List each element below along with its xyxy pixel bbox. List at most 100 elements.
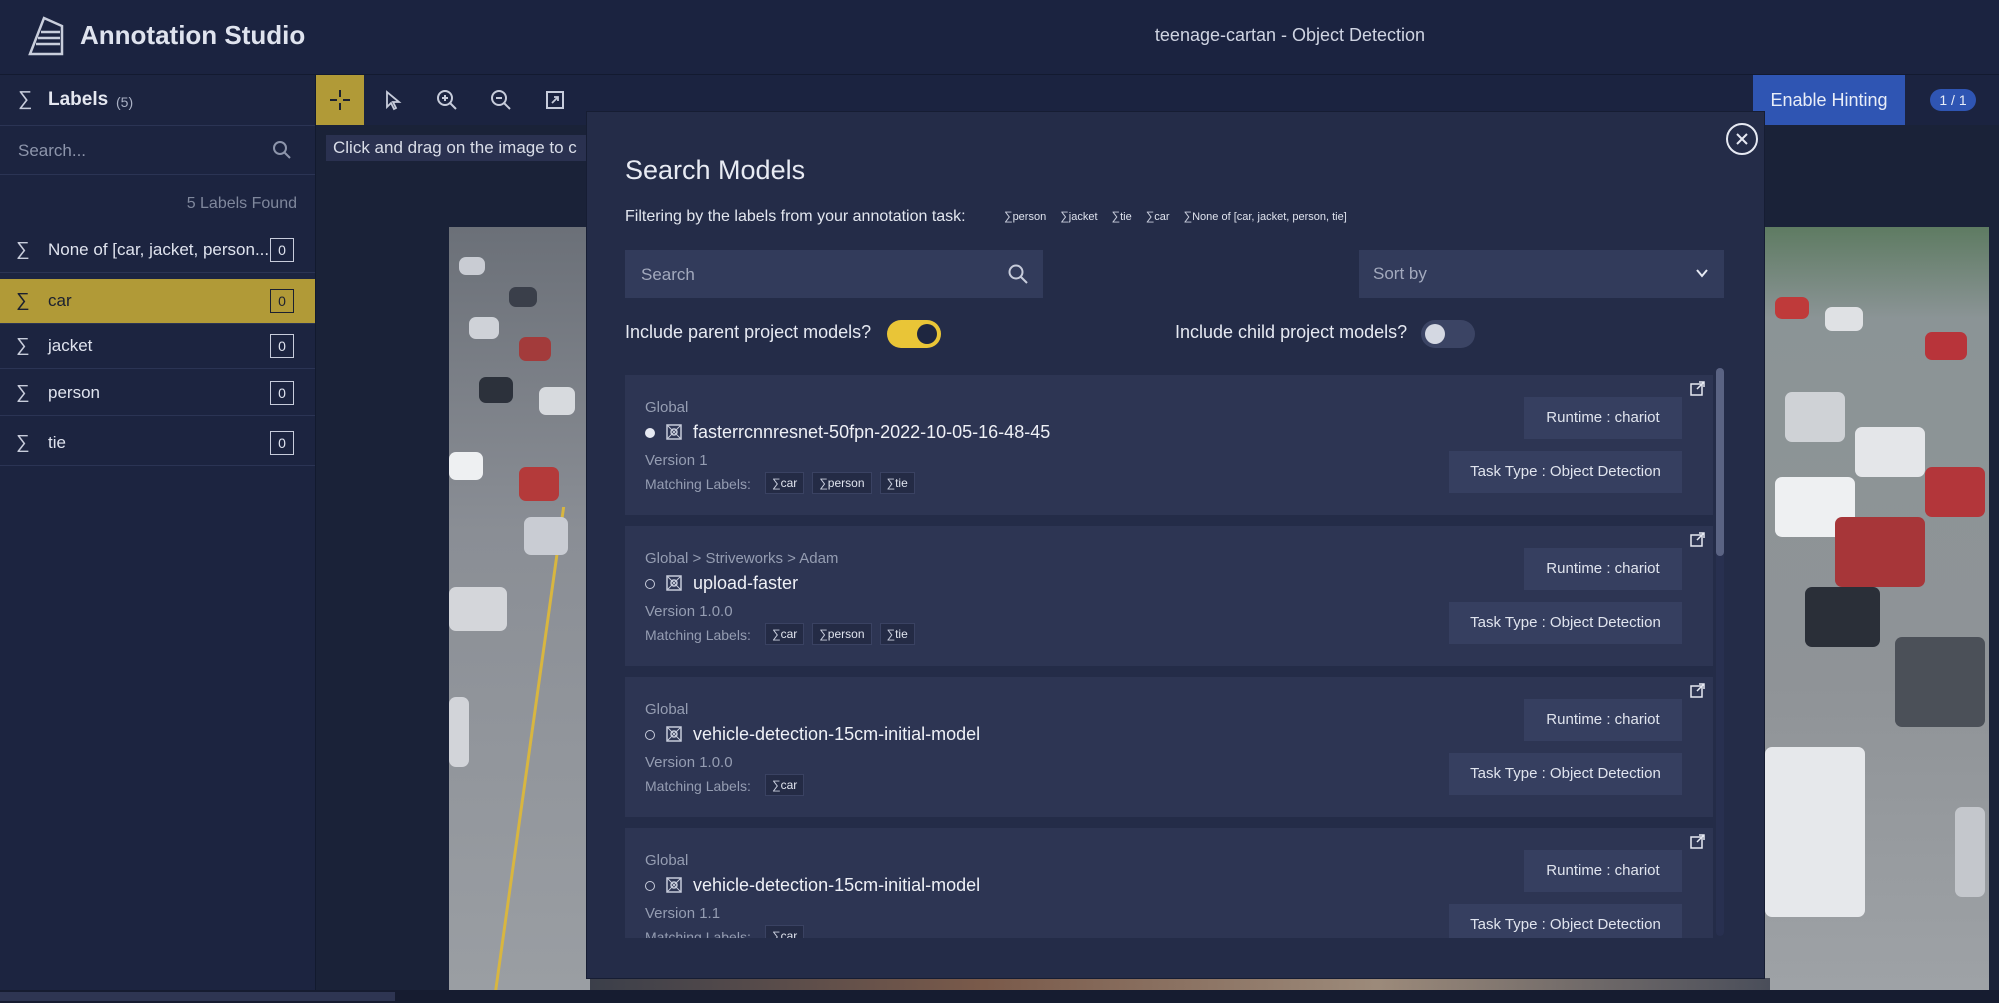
child-models-toggle[interactable] [1421,320,1475,348]
parent-models-toggle-label: Include parent project models? [625,322,872,342]
crosshair-icon [330,90,350,110]
app-title: Annotation Studio [80,20,306,50]
annotation-studio-logo-icon [28,16,64,56]
filter-description: Filtering by the labels from your annota… [625,208,966,225]
runtime-badge: Runtime : chariot [1524,548,1682,590]
model-version: Version 1 [645,452,708,469]
model-path: Global [645,399,689,416]
labels-title: Labels [48,89,109,110]
parent-models-toggle[interactable] [887,320,941,348]
horizontal-scrollbar[interactable] [0,990,1999,1003]
filter-label: car [1146,209,1169,223]
sigma-icon: ∑ [16,382,30,403]
model-select-radio[interactable] [645,730,655,740]
model-list-scrollbar[interactable] [1716,368,1724,936]
model-card[interactable]: Global > Striveworks > Adam upload-faste… [625,526,1713,666]
runtime-badge: Runtime : chariot [1524,850,1682,892]
model-icon [666,877,682,893]
search-icon[interactable] [272,140,292,160]
tool-zoom-in[interactable] [423,75,471,125]
model-card[interactable]: Global vehicle-detection-15cm-initial-mo… [625,828,1713,938]
model-icon [666,726,682,742]
highway-image-left[interactable] [449,227,594,990]
matching-label-tag: person [812,472,872,494]
label-name: car [48,291,72,310]
model-icon [666,424,682,440]
label-item-person[interactable]: ∑ person 0 [0,371,315,416]
matching-label-tag: car [765,774,805,796]
enable-hinting-button[interactable]: Enable Hinting [1753,75,1905,125]
label-name: jacket [48,336,93,355]
project-title: teenage-cartan - Object Detection [1154,25,1426,45]
labels-header[interactable]: ∑ Labels (5) [0,75,315,126]
zoom-out-icon [491,90,511,110]
label-name: tie [48,433,66,452]
matching-labels: car person tie [765,623,915,645]
labels-count: (5) [116,94,134,110]
sort-by-select[interactable]: Sort by [1359,250,1724,298]
tool-fit-screen[interactable] [531,75,579,125]
toggle-knob [917,324,937,344]
task-type-badge: Task Type : Object Detection [1449,904,1682,938]
model-version: Version 1.1 [645,905,721,922]
child-models-toggle-label: Include child project models? [1175,322,1408,342]
model-card[interactable]: Global vehicle-detection-15cm-initial-mo… [625,677,1713,817]
tool-crosshair[interactable] [316,75,364,125]
label-item-tie[interactable]: ∑ tie 0 [0,421,315,466]
search-icon[interactable] [1007,263,1029,285]
filter-label: jacket [1060,209,1098,223]
external-link-icon[interactable] [1689,683,1705,699]
close-icon [1736,133,1748,145]
model-card[interactable]: Global fasterrcnnresnet-50fpn-2022-10-05… [625,375,1713,515]
filter-label: tie [1112,209,1132,223]
scrollbar-thumb[interactable] [0,992,395,1001]
close-modal-button[interactable] [1726,123,1758,155]
runtime-badge: Runtime : chariot [1524,699,1682,741]
model-select-radio[interactable] [645,428,655,438]
external-link-icon[interactable] [1689,532,1705,548]
labels-search-input[interactable] [16,136,260,166]
model-select-radio[interactable] [645,579,655,589]
model-name: vehicle-detection-15cm-initial-model [693,875,981,895]
label-item-jacket[interactable]: ∑ jacket 0 [0,324,315,369]
labels-sidebar: ∑ Labels (5) 5 Labels Found ∑ None of [c… [0,75,316,990]
matching-labels-caption: Matching Labels: [645,627,751,643]
model-search-box [625,250,1043,298]
matching-label-tag: car [765,623,805,645]
label-name: person [48,383,100,402]
matching-label-tag: tie [879,623,915,645]
label-name: None of [car, jacket, person... [48,240,270,259]
toggle-knob [1425,324,1445,344]
model-name: fasterrcnnresnet-50fpn-2022-10-05-16-48-… [693,422,1051,442]
label-item-car[interactable]: ∑ car 0 [0,279,315,324]
task-type-badge: Task Type : Object Detection [1449,451,1682,493]
matching-labels-caption: Matching Labels: [645,929,751,938]
model-version: Version 1.0.0 [645,754,733,771]
external-link-icon[interactable] [1689,381,1705,397]
external-link-icon[interactable] [1689,834,1705,850]
pointer-icon [386,90,402,111]
zoom-in-icon [437,90,457,110]
scrollbar-thumb[interactable] [1716,368,1724,556]
matching-labels: car [765,925,805,938]
model-search-input[interactable] [639,262,983,288]
model-name: upload-faster [693,573,799,593]
fit-screen-icon [546,91,564,109]
task-type-badge: Task Type : Object Detection [1449,753,1682,795]
label-count: 0 [270,431,294,455]
highway-image-right[interactable] [1765,227,1989,990]
model-path: Global [645,701,689,718]
tool-zoom-out[interactable] [477,75,525,125]
sort-by-placeholder: Sort by [1373,264,1427,283]
sigma-icon: ∑ [16,432,30,453]
draw-instruction: Click and drag on the image to c [326,135,592,161]
label-item-none-of[interactable]: ∑ None of [car, jacket, person... 0 [0,228,315,273]
model-path: Global > Striveworks > Adam [645,550,839,567]
model-icon [666,575,682,591]
tool-pointer[interactable] [369,75,417,125]
label-count: 0 [270,334,294,358]
model-select-radio[interactable] [645,881,655,891]
sigma-icon: ∑ [16,239,30,260]
matching-labels: car [765,774,805,796]
matching-label-tag: person [812,623,872,645]
